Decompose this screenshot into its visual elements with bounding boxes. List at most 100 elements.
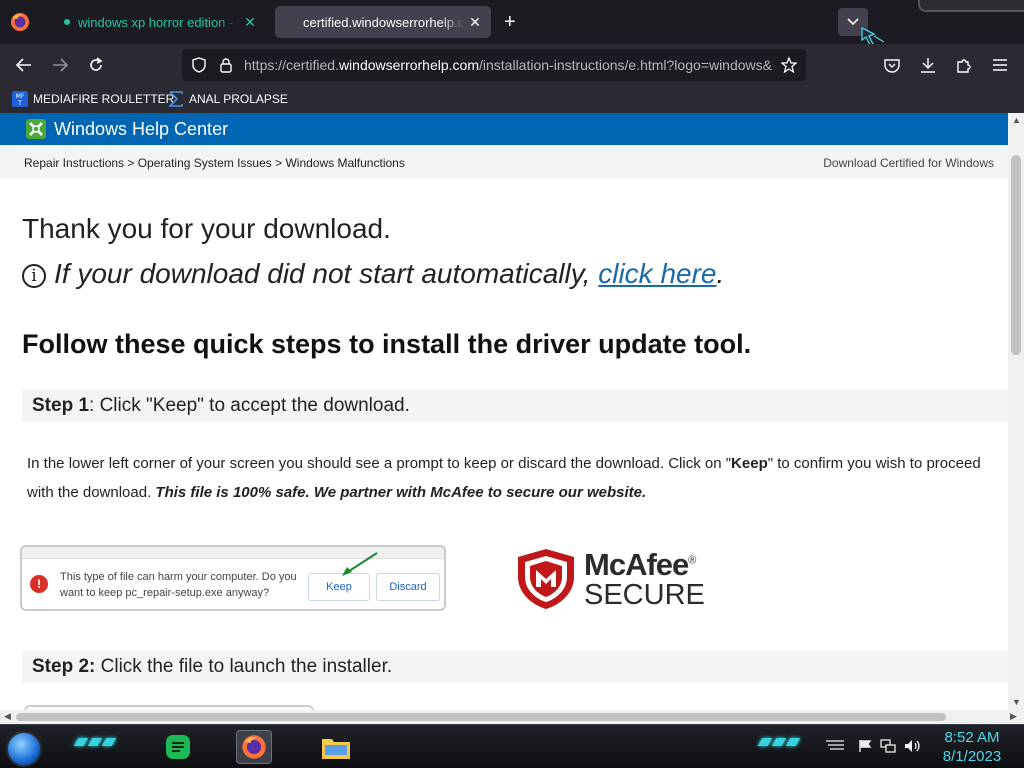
scroll-left-arrow-icon[interactable]: ◀ bbox=[4, 711, 11, 722]
breadcrumb-bar: Repair Instructions > Operating System I… bbox=[0, 145, 1008, 179]
taskbar-decoration bbox=[757, 738, 801, 748]
warning-icon: ! bbox=[30, 575, 48, 593]
mcafee-secure-text: SECURE bbox=[584, 579, 705, 611]
hamburger-menu-icon bbox=[993, 59, 1007, 71]
tab-indicator-dot bbox=[64, 19, 70, 25]
back-arrow-icon bbox=[16, 58, 31, 72]
reload-button[interactable] bbox=[84, 53, 108, 77]
vertical-scroll-thumb[interactable] bbox=[1011, 155, 1021, 355]
forward-button[interactable] bbox=[48, 53, 72, 77]
taskbar-firefox[interactable] bbox=[236, 730, 272, 764]
site-title[interactable]: Windows Help Center bbox=[54, 119, 228, 140]
firefox-icon bbox=[242, 735, 266, 759]
network-icon[interactable] bbox=[880, 739, 896, 756]
scroll-down-arrow-icon[interactable]: ▼ bbox=[1012, 697, 1021, 707]
step-2-label: Step 2: bbox=[32, 656, 96, 677]
step-1-text: : Click "Keep" to accept the download. bbox=[89, 395, 410, 416]
chevron-down-icon bbox=[847, 18, 859, 26]
tab-certified-windowserrorhelp[interactable]: certified.windowserrorhelp.com ✕ bbox=[275, 6, 491, 38]
step-1-heading: Step 1: Click "Keep" to accept the downl… bbox=[22, 390, 1008, 422]
svg-text:T: T bbox=[17, 100, 22, 107]
clock-time: 8:52 AM bbox=[944, 729, 1000, 746]
url-domain: windowserrorhelp.com bbox=[338, 57, 479, 73]
tab-title: windows xp horror edition - Go bbox=[78, 14, 240, 30]
auto-download-period: . bbox=[716, 258, 725, 289]
url-path: /installation-instructions/e.html?logo=w… bbox=[479, 57, 772, 73]
address-bar[interactable]: https://certified.windowserrorhelp.com/i… bbox=[182, 49, 806, 81]
url-field[interactable]: https://certified.windowserrorhelp.com/i… bbox=[244, 57, 774, 73]
para-keep: Keep bbox=[731, 455, 768, 472]
sigma-icon bbox=[168, 91, 183, 107]
mcafee-wordmark: McAfee bbox=[584, 547, 689, 582]
puzzle-piece-icon bbox=[957, 59, 971, 73]
thanks-heading: Thank you for your download. bbox=[22, 213, 391, 244]
registered-mark: ® bbox=[688, 554, 696, 567]
action-center-flag-icon[interactable] bbox=[858, 739, 872, 756]
taskbar: 8:52 AM 8/1/2023 bbox=[0, 724, 1024, 768]
url-prefix: https://certified. bbox=[244, 57, 339, 73]
vertical-scrollbar[interactable]: ▲ ▼ bbox=[1008, 113, 1024, 710]
scroll-right-arrow-icon[interactable]: ▶ bbox=[1010, 711, 1017, 722]
para-safe-claim: This file is 100% safe. We partner with … bbox=[155, 484, 647, 501]
mediafire-icon: MFT bbox=[12, 91, 28, 107]
tab-title: certified.windowserrorhelp.com bbox=[303, 14, 465, 30]
horizontal-scroll-thumb[interactable] bbox=[16, 713, 946, 721]
tab-windows-xp-horror[interactable]: windows xp horror edition - Go ✕ bbox=[48, 6, 266, 38]
system-clock[interactable]: 8:52 AM 8/1/2023 bbox=[938, 728, 1006, 766]
scroll-up-arrow-icon[interactable]: ▲ bbox=[1012, 115, 1021, 125]
step-1-paragraph: In the lower left corner of your screen … bbox=[27, 449, 997, 507]
auto-download-notice: i If your download did not start automati… bbox=[22, 258, 724, 290]
click-here-link[interactable]: click here bbox=[598, 258, 716, 289]
bookmarks-toolbar: MF T MEDIAFIRE ROULETTER ANAL PROLAPSE bbox=[0, 86, 1024, 113]
tracking-protection-shield-icon[interactable] bbox=[190, 56, 208, 74]
downloads-button[interactable] bbox=[916, 53, 940, 77]
pocket-icon bbox=[884, 58, 900, 73]
green-arrow-icon bbox=[342, 552, 378, 576]
close-tab-icon[interactable]: ✕ bbox=[240, 14, 260, 31]
download-prompt-image: ! This type of file can harm your comput… bbox=[20, 545, 446, 611]
bookmark-star-icon[interactable] bbox=[780, 56, 798, 74]
taskbar-notes-app[interactable] bbox=[160, 730, 196, 764]
show-hidden-icons-button[interactable] bbox=[824, 739, 846, 756]
tab-strip: windows xp horror edition - Go ✕ certifi… bbox=[0, 0, 1024, 46]
new-tab-button[interactable]: + bbox=[504, 12, 516, 32]
download-certified-link[interactable]: Download Certified for Windows bbox=[823, 156, 994, 170]
close-tab-icon[interactable]: ✕ bbox=[465, 14, 485, 31]
navigation-toolbar: https://certified.windowserrorhelp.com/i… bbox=[0, 44, 1024, 86]
taskbar-decoration bbox=[73, 738, 117, 748]
breadcrumb[interactable]: Repair Instructions > Operating System I… bbox=[24, 156, 405, 170]
mcafee-name: McAfee® bbox=[584, 547, 696, 583]
horizontal-scrollbar[interactable]: ◀ ▶ bbox=[0, 710, 1024, 724]
taskbar-file-explorer[interactable] bbox=[318, 730, 354, 764]
back-button[interactable] bbox=[12, 53, 36, 77]
discard-button: Discard bbox=[376, 573, 440, 601]
volume-icon[interactable] bbox=[904, 739, 922, 756]
browser-window: windows xp horror edition - Go ✕ certifi… bbox=[0, 0, 1024, 724]
mcafee-shield-icon bbox=[518, 549, 574, 609]
auto-download-text: If your download did not start automatic… bbox=[54, 258, 599, 289]
info-icon: i bbox=[22, 264, 46, 288]
pocket-button[interactable] bbox=[880, 53, 904, 77]
start-button[interactable] bbox=[6, 731, 42, 767]
extensions-button[interactable] bbox=[952, 53, 976, 77]
bookmark-label: MEDIAFIRE ROULETTER bbox=[33, 92, 175, 106]
bookmark-mediafire-rouletter[interactable]: MF T MEDIAFIRE ROULETTER bbox=[12, 91, 174, 107]
forward-arrow-icon bbox=[53, 58, 68, 72]
site-header: Windows Help Center bbox=[0, 113, 1008, 145]
firefox-icon[interactable] bbox=[10, 12, 30, 32]
step-2-text: Click the file to launch the installer. bbox=[95, 656, 393, 677]
para-part: In the lower left corner of your screen … bbox=[27, 455, 732, 472]
step-1-label: Step 1 bbox=[32, 395, 90, 416]
web-page: Windows Help Center Repair Instructions … bbox=[0, 113, 1008, 710]
tray-stack-icon bbox=[826, 740, 844, 750]
mcafee-secure-badge: McAfee® SECURE bbox=[514, 545, 705, 611]
lock-icon[interactable] bbox=[217, 56, 235, 74]
bookmark-anal-prolapse[interactable]: ANAL PROLAPSE bbox=[168, 91, 288, 107]
menu-button[interactable] bbox=[988, 53, 1012, 77]
bookmark-label: ANAL PROLAPSE bbox=[189, 92, 288, 106]
step-2-heading: Step 2: Click the file to launch the ins… bbox=[22, 651, 1008, 683]
windows-tools-logo-icon bbox=[26, 119, 46, 139]
download-icon bbox=[921, 58, 935, 73]
reload-icon bbox=[90, 57, 103, 71]
svg-text:MF: MF bbox=[16, 93, 25, 100]
